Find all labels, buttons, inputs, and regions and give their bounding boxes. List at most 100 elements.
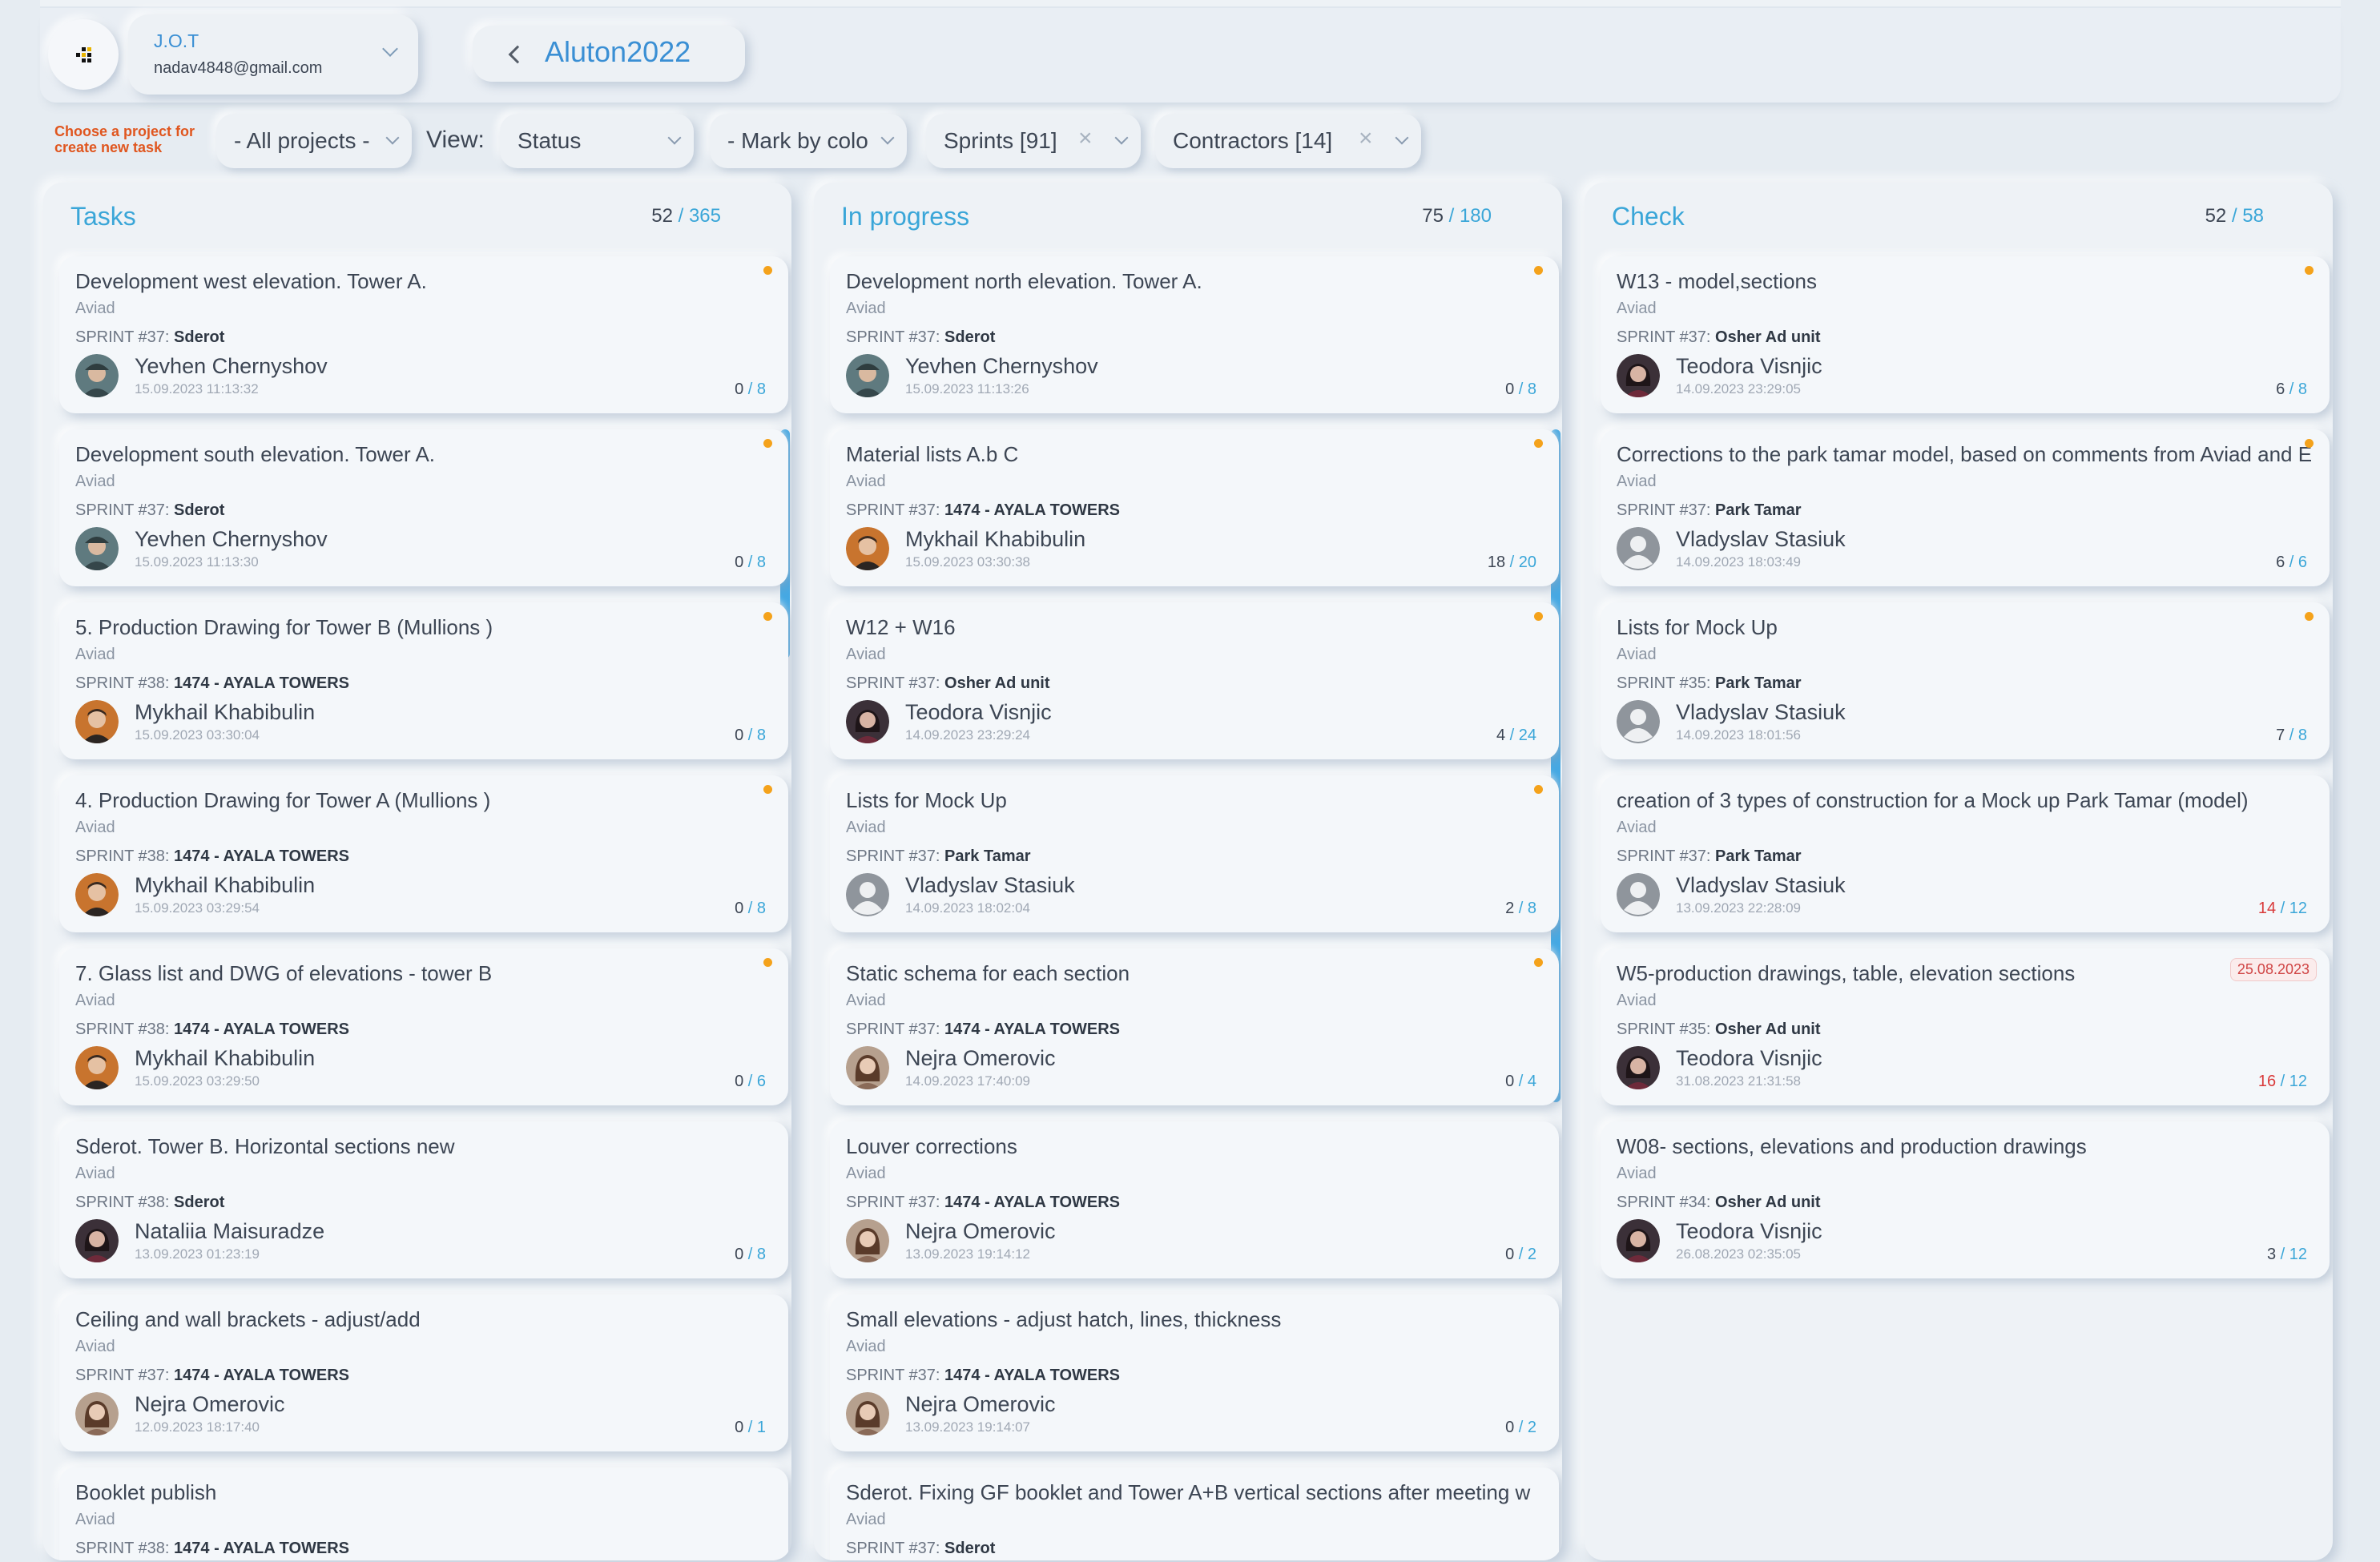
- task-card[interactable]: Booklet publish Aviad SPRINT #38: 1474 - A…: [59, 1467, 788, 1560]
- task-card[interactable]: Development west elevation. Tower A. Avia…: [59, 256, 788, 413]
- progress-total: 12: [2289, 900, 2307, 917]
- progress-done: 6: [2276, 380, 2285, 398]
- task-title: Sderot. Fixing GF booklet and Tower A+B …: [846, 1480, 1531, 1504]
- priority-dot-icon: [763, 785, 772, 794]
- task-timestamp: 15.09.2023 11:13:26: [905, 381, 1029, 397]
- task-timestamp: 12.09.2023 18:17:40: [135, 1419, 260, 1435]
- sprint-name: Osher Ad unit: [1715, 1021, 1821, 1038]
- mark-by-color-dropdown[interactable]: - Mark by colo: [710, 114, 907, 168]
- task-title: W5-production drawings, table, elevation…: [1617, 961, 2076, 985]
- column-in-progress: In progress 75 / 180 Development north e…: [814, 183, 1562, 1560]
- task-card[interactable]: Ceiling and wall brackets - adjust/add Av…: [59, 1294, 788, 1451]
- clear-icon[interactable]: ×: [1359, 125, 1373, 152]
- task-sprint: SPRINT #37: Park Tamar: [1617, 847, 1802, 866]
- sprint-name: 1474 - AYALA TOWERS: [944, 501, 1120, 519]
- progress-separator: /: [1514, 380, 1528, 398]
- back-arrow-icon[interactable]: [508, 45, 527, 64]
- progress-total: 2: [1527, 1419, 1536, 1436]
- task-card[interactable]: Corrections to the park tamar model, bas…: [1601, 429, 2330, 586]
- task-card[interactable]: W08- sections, elevations and production…: [1601, 1121, 2330, 1278]
- progress-separator: /: [743, 900, 757, 917]
- task-sprint: SPRINT #37: 1474 - AYALA TOWERS: [75, 1367, 349, 1385]
- task-card[interactable]: Development south elevation. Tower A. Avi…: [59, 429, 788, 586]
- progress-separator: /: [743, 380, 757, 398]
- task-card[interactable]: 7. Glass list and DWG of elevations - to…: [59, 948, 788, 1105]
- task-card[interactable]: Sderot. Tower B. Horizontal sections new…: [59, 1121, 788, 1278]
- task-card[interactable]: Louver corrections Aviad SPRINT #37: 1474 …: [830, 1121, 1559, 1278]
- task-card[interactable]: Small elevations - adjust hatch, lines, …: [830, 1294, 1559, 1451]
- avatar: [75, 1392, 119, 1435]
- task-card[interactable]: Material lists A.b C Aviad SPRINT #37: 147…: [830, 429, 1559, 586]
- avatar: [846, 873, 889, 916]
- task-card[interactable]: Sderot. Fixing GF booklet and Tower A+B …: [830, 1467, 1559, 1560]
- assignee-name: Nataliia Maisuradze: [135, 1219, 325, 1243]
- sprint-number: SPRINT #38:: [75, 1194, 175, 1211]
- priority-dot-icon: [1534, 439, 1543, 448]
- clear-icon[interactable]: ×: [1078, 125, 1093, 152]
- progress-total: 8: [756, 727, 766, 744]
- progress-total: 12: [2289, 1073, 2307, 1090]
- assignee-name: Vladyslav Stasiuk: [1676, 527, 1846, 551]
- task-timestamp: 15.09.2023 11:13:30: [135, 554, 259, 570]
- task-card[interactable]: W12 + W16 Aviad SPRINT #37: Osher Ad unit T…: [830, 602, 1559, 759]
- task-title: Development north elevation. Tower A.: [846, 269, 1202, 293]
- column-title: Tasks: [70, 202, 136, 231]
- task-sprint: SPRINT #34: Osher Ad unit: [1617, 1194, 1821, 1212]
- task-sprint: SPRINT #37: Osher Ad unit: [1617, 328, 1821, 347]
- task-card[interactable]: Lists for Mock Up Aviad SPRINT #35: Park T…: [1601, 602, 2330, 759]
- task-card[interactable]: W5-production drawings, table, elevation…: [1601, 948, 2330, 1105]
- task-card[interactable]: Static schema for each section Aviad SPRIN…: [830, 948, 1559, 1105]
- sprint-name: Osher Ad unit: [944, 674, 1050, 692]
- progress-total: 8: [756, 554, 766, 571]
- task-title: W08- sections, elevations and production…: [1617, 1134, 2087, 1158]
- sprint-number: SPRINT #38:: [75, 1021, 175, 1038]
- project-selector[interactable]: Aluton2022: [473, 26, 745, 82]
- assignee-name: Yevhen Chernyshov: [135, 354, 328, 378]
- task-timestamp: 14.09.2023 18:03:49: [1676, 554, 1801, 570]
- sprints-filter-value: Sprints [91]: [944, 128, 1057, 153]
- task-timestamp: 15.09.2023 03:30:38: [905, 554, 1030, 570]
- task-sprint: SPRINT #37: Sderot: [75, 328, 224, 347]
- task-card[interactable]: Development north elevation. Tower A. Avi…: [830, 256, 1559, 413]
- task-card[interactable]: 4. Production Drawing for Tower A (Mulli…: [59, 775, 788, 932]
- task-title: Development south elevation. Tower A.: [75, 442, 436, 466]
- column-count: 75 / 180: [1422, 205, 1492, 227]
- progress-total: 8: [756, 900, 766, 917]
- task-client: Aviad: [1617, 992, 1657, 1009]
- task-card[interactable]: creation of 3 types of construction for …: [1601, 775, 2330, 932]
- task-timestamp: 15.09.2023 03:30:04: [135, 727, 260, 743]
- progress-done: 0: [735, 380, 744, 398]
- task-client: Aviad: [1617, 646, 1657, 663]
- task-card[interactable]: W13 - model,sections Aviad SPRINT #37: Osh…: [1601, 256, 2330, 413]
- progress-total: 8: [2297, 380, 2307, 398]
- view-dropdown[interactable]: Status: [500, 114, 694, 168]
- avatar: [846, 1392, 889, 1435]
- sprints-filter[interactable]: Sprints [91] ×: [926, 114, 1141, 168]
- task-sprint: SPRINT #38: 1474 - AYALA TOWERS: [75, 1540, 349, 1558]
- sprint-name: 1474 - AYALA TOWERS: [174, 1367, 349, 1384]
- progress-done: 18: [1487, 554, 1506, 571]
- kanban-board-app: J.O.T nadav4848@gmail.com Aluton2022 Cho…: [0, 0, 2380, 1562]
- contractors-filter-value: Contractors [14]: [1173, 128, 1333, 153]
- sprint-name: 1474 - AYALA TOWERS: [944, 1021, 1120, 1038]
- create-task-hint: Choose a project for create new task: [54, 123, 215, 155]
- column-count: 52 / 365: [651, 205, 721, 227]
- task-progress: 0 / 8: [1505, 380, 1536, 399]
- avatar: [846, 1219, 889, 1262]
- count-shown: 52: [2205, 205, 2227, 227]
- app-logo[interactable]: [48, 19, 119, 90]
- task-timestamp: 15.09.2023 03:29:54: [135, 900, 260, 916]
- user-menu[interactable]: J.O.T nadav4848@gmail.com: [128, 14, 418, 95]
- chevron-down-icon[interactable]: [382, 41, 398, 57]
- projects-dropdown[interactable]: - All projects -: [216, 114, 412, 168]
- task-progress: 3 / 12: [2267, 1246, 2307, 1264]
- task-progress: 14 / 12: [2258, 900, 2307, 918]
- task-sprint: SPRINT #37: Sderot: [846, 328, 995, 347]
- task-card[interactable]: Lists for Mock Up Aviad SPRINT #37: Park T…: [830, 775, 1559, 932]
- sprint-name: Park Tamar: [1715, 847, 1802, 865]
- task-progress: 0 / 8: [735, 727, 766, 745]
- sprint-number: SPRINT #37:: [846, 328, 945, 346]
- task-card[interactable]: 5. Production Drawing for Tower B (Mulli…: [59, 602, 788, 759]
- contractors-filter[interactable]: Contractors [14] ×: [1155, 114, 1421, 168]
- sprint-name: 1474 - AYALA TOWERS: [174, 847, 349, 865]
